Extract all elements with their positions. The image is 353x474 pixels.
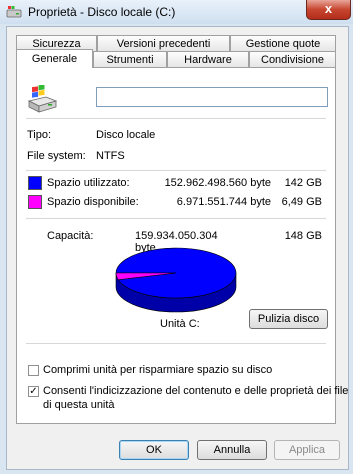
index-label-line2: di questa unità xyxy=(43,399,115,411)
divider xyxy=(26,218,326,219)
used-space-label: Spazio utilizzato: xyxy=(47,177,130,189)
divider xyxy=(26,118,326,119)
compress-checkbox[interactable] xyxy=(28,365,39,376)
used-space-swatch xyxy=(28,176,42,190)
index-label-line1: Consenti l'indicizzazione del contenuto … xyxy=(43,385,349,397)
ok-button[interactable]: OK xyxy=(119,440,189,460)
drive-icon xyxy=(6,6,22,18)
divider xyxy=(26,343,326,344)
used-space-gb: 142 GB xyxy=(284,177,322,189)
tab-condivisione[interactable]: Condivisione xyxy=(249,51,336,67)
apply-button[interactable]: Applica xyxy=(274,440,340,460)
window-title: Proprietà - Disco locale (C:) xyxy=(28,5,176,19)
used-space-bytes: 152.962.498.560 byte xyxy=(164,177,271,189)
tab-gestione-quote[interactable]: Gestione quote xyxy=(230,35,336,51)
drive-icon xyxy=(27,85,58,113)
cancel-button[interactable]: Annulla xyxy=(197,440,267,460)
title-bar: Proprietà - Disco locale (C:) x xyxy=(0,0,353,24)
file-system-value: NTFS xyxy=(96,150,125,162)
drive-label: Unità C: xyxy=(160,318,200,330)
disk-cleanup-button[interactable]: Pulizia disco xyxy=(249,309,328,329)
type-label: Tipo: xyxy=(27,129,52,141)
tab-strumenti[interactable]: Strumenti xyxy=(93,51,167,67)
compress-label: Comprimi unità per risparmiare spazio su… xyxy=(43,364,273,376)
tab-hardware[interactable]: Hardware xyxy=(167,51,249,67)
drive-name-input[interactable] xyxy=(96,87,328,107)
close-button[interactable]: x xyxy=(306,0,351,20)
capacity-gb: 148 GB xyxy=(284,230,322,242)
free-space-bytes: 6.971.551.744 byte xyxy=(176,196,271,208)
capacity-label: Capacità: xyxy=(47,230,94,242)
disk-usage-pie-chart xyxy=(115,247,237,313)
free-space-gb: 6,49 GB xyxy=(281,196,322,208)
divider xyxy=(26,170,326,171)
type-value: Disco locale xyxy=(96,129,156,141)
free-space-label: Spazio disponibile: xyxy=(47,196,139,208)
free-space-swatch xyxy=(28,195,42,209)
tab-versioni-precedenti[interactable]: Versioni precedenti xyxy=(97,35,230,51)
file-system-label: File system: xyxy=(27,150,86,162)
index-checkbox[interactable]: ✓ xyxy=(28,386,39,397)
tab-generale[interactable]: Generale xyxy=(16,49,93,68)
